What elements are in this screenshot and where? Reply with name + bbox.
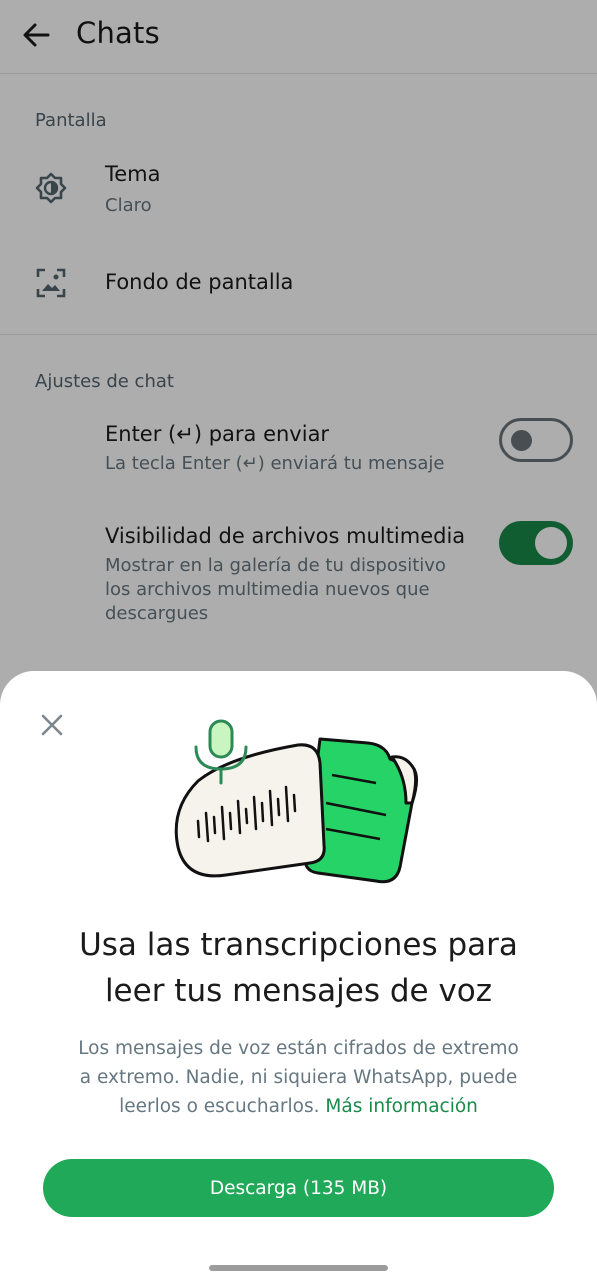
download-button[interactable]: Descarga (135 MB) xyxy=(43,1159,554,1217)
gesture-navigation-bar[interactable] xyxy=(209,1265,388,1271)
voice-transcription-illustration xyxy=(174,719,419,884)
sheet-description: Los mensajes de voz están cifrados de ex… xyxy=(60,1034,537,1121)
sheet-body-line-3-text: leerlos o escucharlos. xyxy=(119,1096,320,1117)
sheet-body-line-1: Los mensajes de voz están cifrados de ex… xyxy=(78,1038,519,1059)
sheet-body-line-2: a extremo. Nadie, ni siquiera WhatsApp, … xyxy=(79,1067,518,1088)
sheet-title-line-1: Usa las transcripciones para xyxy=(79,927,518,963)
sheet-title-line-2: leer tus mensajes de voz xyxy=(104,973,493,1009)
bottom-sheet: Usa las transcripciones para leer tus me… xyxy=(0,671,597,1280)
sheet-title: Usa las transcripciones para leer tus me… xyxy=(0,922,597,1014)
close-icon[interactable] xyxy=(36,709,68,741)
more-info-link[interactable]: Más información xyxy=(325,1096,478,1117)
sheet-body-line-3: leerlos o escucharlos. Más información xyxy=(60,1092,537,1121)
